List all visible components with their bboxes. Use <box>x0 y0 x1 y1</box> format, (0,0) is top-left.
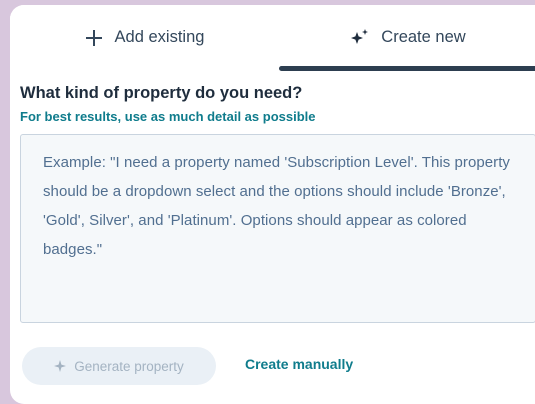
active-tab-indicator <box>279 66 535 71</box>
sparkle-icon <box>349 28 371 48</box>
property-description-placeholder: Example: "I need a property named 'Subsc… <box>43 154 510 258</box>
sparkle-icon <box>54 360 67 372</box>
tab-add-existing[interactable]: Add existing <box>10 5 279 70</box>
form-subheading: For best results, use as much detail as … <box>20 109 316 124</box>
create-property-panel: Add existing Create new What kind of pro… <box>10 5 535 404</box>
tab-create-new[interactable]: Create new <box>279 5 535 70</box>
tab-bar: Add existing Create new <box>10 5 535 71</box>
tab-create-new-label: Create new <box>381 28 466 46</box>
tab-add-existing-label: Add existing <box>114 28 205 46</box>
form-heading: What kind of property do you need? <box>20 84 303 102</box>
generate-property-button[interactable]: Generate property <box>22 347 216 385</box>
property-description-input[interactable]: Example: "I need a property named 'Subsc… <box>20 134 535 323</box>
plus-icon <box>85 29 103 47</box>
generate-property-label: Generate property <box>74 358 184 374</box>
create-manually-link[interactable]: Create manually <box>245 356 353 372</box>
